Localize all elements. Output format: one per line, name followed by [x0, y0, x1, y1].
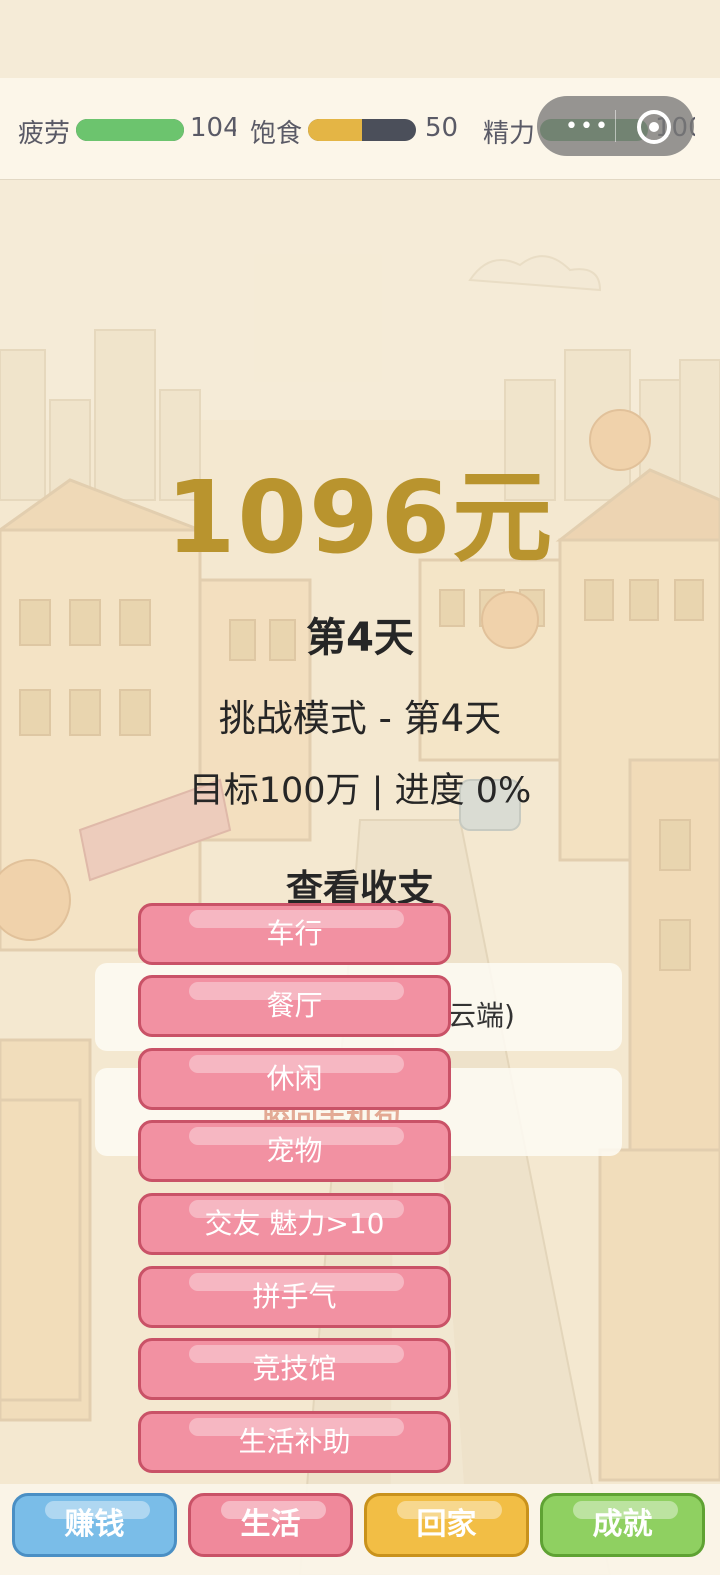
nav-earn-label: 赚钱 — [64, 1507, 125, 1542]
menu-item-pets[interactable]: 宠物 — [138, 1120, 451, 1182]
menu-item-car-dealer[interactable]: 车行 — [138, 903, 451, 965]
fatigue-label: 疲劳 — [18, 119, 71, 149]
menu-item-friends[interactable]: 交友 魅力>10 — [138, 1193, 451, 1255]
satiety-bar-fill — [308, 119, 362, 141]
satiety-bar — [308, 119, 416, 141]
nav-earn-button[interactable]: 赚钱 — [12, 1493, 177, 1557]
fatigue-value: 104 — [190, 113, 236, 143]
menu-item-label: 宠物 — [266, 1134, 323, 1167]
nav-achievements-label: 成就 — [592, 1507, 653, 1542]
fatigue-bar — [76, 119, 184, 141]
capsule-divider — [615, 110, 616, 142]
menu-item-leisure[interactable]: 休闲 — [138, 1048, 451, 1110]
energy-label: 精力 — [483, 119, 536, 149]
nav-home-label: 回家 — [416, 1507, 477, 1542]
menu-item-luck[interactable]: 拼手气 — [138, 1266, 451, 1328]
menu-item-restaurant[interactable]: 餐厅 — [138, 975, 451, 1037]
menu-item-arena[interactable]: 竞技馆 — [138, 1338, 451, 1400]
satiety-value: 50 — [425, 113, 459, 143]
fatigue-bar-fill — [76, 119, 184, 141]
miniprogram-capsule: ••• — [537, 96, 694, 156]
nav-home-button[interactable]: 回家 — [364, 1493, 529, 1557]
menu-item-label: 餐厅 — [266, 989, 323, 1022]
game-mode: 挑战模式 - 第4天 — [218, 697, 502, 740]
menu-item-living-allowance[interactable]: 生活补助 — [138, 1411, 451, 1473]
menu-item-label: 拼手气 — [252, 1280, 337, 1313]
goal-progress: 目标100万 | 进度 0% — [188, 771, 532, 811]
more-options-icon[interactable]: ••• — [565, 114, 610, 139]
nav-life-label: 生活 — [240, 1507, 301, 1542]
cloud-save-text: 云端) — [448, 999, 515, 1032]
close-miniprogram-icon[interactable] — [637, 110, 671, 144]
menu-item-label: 车行 — [266, 917, 323, 950]
menu-item-label: 休闲 — [266, 1062, 323, 1095]
menu-item-label: 竞技馆 — [252, 1352, 337, 1385]
menu-item-label: 生活补助 — [238, 1425, 351, 1458]
nav-life-button[interactable]: 生活 — [188, 1493, 353, 1557]
money-display: 1096元 — [165, 459, 555, 576]
day-counter: 第4天 — [306, 615, 414, 661]
nav-achievements-button[interactable]: 成就 — [540, 1493, 705, 1557]
satiety-label: 饱食 — [250, 119, 303, 149]
menu-item-label: 交友 魅力>10 — [204, 1207, 385, 1240]
